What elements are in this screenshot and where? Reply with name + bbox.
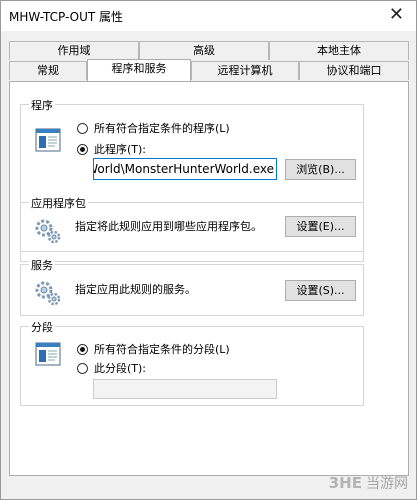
packages-legend: 应用程序包 [29, 195, 88, 211]
program-path-value: C:\Program Files (x86)\Steam\steamapps\c… [93, 162, 274, 176]
tab-panel: 程序 所有符合指定条件的程序(L) 此程序(T): C:\Program Fil… [9, 81, 409, 476]
tab-row-bottom: 常规 程序和服务 远程计算机 协议和端口 [9, 59, 409, 81]
segment-input[interactable] [93, 379, 277, 399]
tab-programs-services[interactable]: 程序和服务 [87, 59, 191, 81]
tab-advanced[interactable]: 高级 [139, 41, 269, 60]
packages-group: 应用程序包 指定将此规则应用到哪些应用程序包。 设置(E)... [20, 195, 364, 252]
tab-scope[interactable]: 作用域 [9, 41, 139, 60]
services-settings-button[interactable]: 设置(S)... [285, 280, 356, 301]
all-segments-label: 所有符合指定条件的分段(L) [94, 343, 230, 356]
all-segments-option[interactable]: 所有符合指定条件的分段(L) [77, 341, 230, 357]
segments-group: 分段 所有符合指定条件的分段(L) 此分段(T): [20, 319, 364, 406]
watermark: 3HE 当游网 [329, 473, 408, 493]
gears-icon [35, 219, 61, 244]
title-bar: MHW-TCP-OUT 属性 ✕ [1, 1, 416, 31]
all-programs-label: 所有符合指定条件的程序(L) [94, 122, 230, 135]
packages-description: 指定将此规则应用到哪些应用程序包。 [75, 220, 262, 233]
this-program-label: 此程序(T): [94, 143, 147, 156]
services-legend: 服务 [29, 257, 55, 273]
segment-window-icon [35, 342, 61, 366]
services-description: 指定应用此规则的服务。 [75, 283, 196, 296]
tab-row-top: 作用域 高级 本地主体 [9, 41, 409, 61]
watermark-logo: 3HE [328, 474, 362, 492]
tab-remote-computers[interactable]: 远程计算机 [191, 61, 299, 80]
program-path-input[interactable]: C:\Program Files (x86)\Steam\steamapps\c… [93, 158, 277, 180]
watermark-text: 当游网 [366, 476, 408, 492]
services-group: 服务 指定应用此规则的服务。 设置(S)... [20, 257, 364, 316]
close-icon[interactable]: ✕ [389, 5, 404, 25]
this-program-option[interactable]: 此程序(T): [77, 141, 146, 157]
this-segment-label: 此分段(T): [94, 362, 147, 375]
this-segment-radio[interactable] [77, 362, 88, 374]
segments-legend: 分段 [29, 319, 55, 335]
this-segment-option[interactable]: 此分段(T): [77, 360, 146, 376]
gears-icon [35, 281, 61, 306]
this-program-radio[interactable] [77, 143, 88, 155]
tab-local-principals[interactable]: 本地主体 [269, 41, 409, 60]
window-title: MHW-TCP-OUT 属性 [9, 10, 124, 24]
all-programs-option[interactable]: 所有符合指定条件的程序(L) [77, 120, 230, 136]
program-window-icon [35, 128, 61, 152]
tab-general[interactable]: 常规 [9, 61, 87, 80]
packages-settings-button[interactable]: 设置(E)... [285, 216, 356, 237]
browse-button[interactable]: 浏览(B)... [285, 159, 356, 180]
tab-protocols-ports[interactable]: 协议和端口 [299, 61, 409, 80]
programs-legend: 程序 [29, 97, 55, 113]
all-programs-radio[interactable] [77, 122, 88, 134]
all-segments-radio[interactable] [77, 343, 88, 355]
properties-dialog: MHW-TCP-OUT 属性 ✕ 作用域 高级 本地主体 常规 程序和服务 远程… [0, 0, 417, 500]
